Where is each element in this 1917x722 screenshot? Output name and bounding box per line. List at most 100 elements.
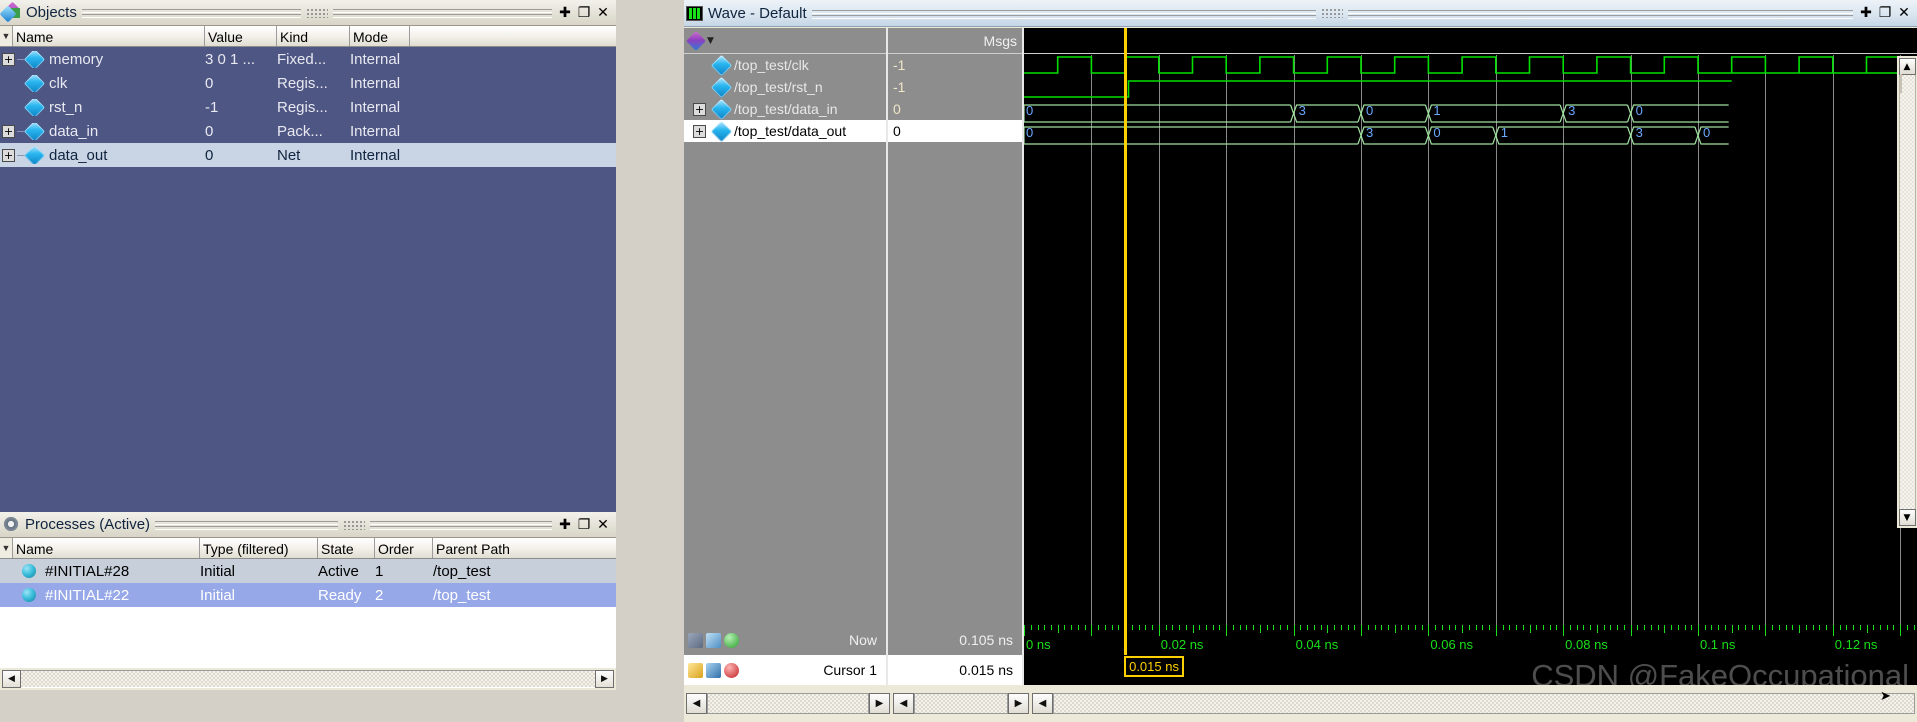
dock-button[interactable]: ✚ (557, 517, 573, 533)
waveform-hscrollbar[interactable]: ◀ (1032, 693, 1915, 714)
wave-name-header[interactable]: ▼ (684, 28, 886, 54)
chevron-down-icon[interactable]: ▼ (707, 36, 714, 46)
drag-grip[interactable] (1321, 8, 1344, 18)
wave-signal-row[interactable]: /top_test/clk (684, 54, 886, 76)
scroll-track[interactable] (914, 693, 1008, 714)
table-row[interactable]: + data_in 0 Pack... Internal (0, 119, 616, 143)
time-ruler-icon[interactable] (688, 632, 703, 648)
ruler-ticks (1024, 625, 1917, 636)
ruler-tick-label: 0.02 ns (1160, 637, 1204, 652)
ruler-tick (1671, 625, 1672, 630)
ruler-tick (1185, 625, 1187, 630)
column-header-state[interactable]: State (318, 538, 375, 558)
cursor-line[interactable] (1124, 28, 1128, 625)
scroll-down-arrow-icon[interactable]: ▼ (1898, 509, 1916, 526)
process-name: #INITIAL#28 (45, 562, 130, 580)
dock-button[interactable]: ✚ (1858, 5, 1874, 21)
column-header-order[interactable]: Order (375, 538, 433, 558)
undock-button[interactable]: ❐ (576, 517, 592, 533)
lock-icon[interactable] (688, 662, 703, 678)
wave-bottom-values: 0.105 ns 0.015 ns (888, 625, 1024, 685)
time-ruler[interactable]: 0 ns 0.02 ns 0.04 ns 0.06 ns 0.08 ns 0.1 ns 0.… (1024, 625, 1917, 685)
ruler-tick (1873, 625, 1875, 630)
drag-grip[interactable] (342, 519, 365, 530)
column-header-name[interactable]: Name (13, 26, 205, 46)
cursor-marker[interactable] (1124, 625, 1128, 655)
processes-list[interactable]: #INITIAL#28 Initial Active 1 /top_test #… (0, 559, 616, 666)
wave-signal-row[interactable]: + /top_test/data_in (684, 98, 886, 120)
ruler-tick (1866, 625, 1868, 633)
undock-button[interactable]: ❐ (1877, 5, 1893, 21)
wave-signal-list[interactable]: /top_test/clk /top_test/rst_n + /top_tes… (684, 54, 886, 142)
scroll-track[interactable] (1053, 693, 1915, 714)
processes-hscrollbar[interactable]: ◀ ▶ (0, 668, 616, 690)
close-button[interactable]: ✕ (1896, 5, 1912, 21)
scroll-track[interactable] (21, 670, 595, 688)
scroll-left-arrow-icon[interactable]: ◀ (2, 670, 21, 688)
ruler-tick (1832, 625, 1834, 636)
scroll-left-arrow-icon[interactable]: ◀ (1032, 693, 1053, 714)
expand-icon[interactable]: + (2, 124, 15, 138)
wave-vscrollbar[interactable]: ▲ ▼ (1897, 56, 1917, 528)
close-button[interactable]: ✕ (595, 5, 611, 21)
waveform-canvas[interactable]: 0 3 0 1 3 0 0 3 0 1 3 0 (1024, 28, 1917, 625)
wave-scroll-row[interactable]: ◀ ▶ ◀ ▶ ◀ (684, 685, 1917, 722)
scroll-track[interactable] (1898, 74, 1916, 509)
scroll-track[interactable] (707, 693, 869, 714)
column-header-type[interactable]: Type (filtered) (200, 538, 318, 558)
scroll-right-arrow-icon[interactable]: ▶ (869, 693, 890, 714)
wave-name-column: ▼ /top_test/clk /top_test/rst_n + /top_t… (684, 28, 888, 625)
objects-list[interactable]: + memory 3 0 1 ... Fixed... Internal clk… (0, 47, 616, 512)
ruler-tick (1576, 625, 1578, 630)
ruler-tick (1758, 625, 1760, 630)
expand-icon[interactable]: + (684, 102, 708, 116)
expand-icon[interactable]: + (684, 124, 708, 138)
wrench-icon[interactable] (706, 662, 721, 678)
wave-signal-name: /top_test/rst_n (734, 79, 823, 95)
wave-signal-row[interactable]: /top_test/rst_n (684, 76, 886, 98)
table-row[interactable]: rst_n -1 Regis... Internal (0, 95, 616, 119)
column-header-mode[interactable]: Mode (350, 26, 410, 46)
scroll-up-arrow-icon[interactable]: ▲ (1898, 58, 1916, 75)
ruler-tick (1030, 625, 1032, 630)
scroll-right-arrow-icon[interactable]: ▶ (595, 670, 614, 688)
expand-icon[interactable]: + (2, 148, 15, 162)
close-button[interactable]: ✕ (595, 517, 611, 533)
undock-button[interactable]: ❐ (576, 5, 592, 21)
title-rule-left (81, 8, 302, 18)
ruler-tick (1145, 625, 1147, 630)
table-row[interactable]: clk 0 Regis... Internal (0, 71, 616, 95)
value-column-hscrollbar[interactable]: ◀ ▶ (893, 693, 1029, 714)
cursor-flag[interactable]: 0.015 ns (1124, 656, 1184, 677)
scroll-right-arrow-icon[interactable]: ▶ (1008, 693, 1029, 714)
ruler-tick (1307, 625, 1309, 630)
wave-bottom-bar: Now Cursor 1 0.105 ns 0.015 ns 0 ns 0.02 … (684, 625, 1917, 685)
add-cursor-icon[interactable] (724, 632, 739, 648)
ruler-tick (1516, 625, 1517, 630)
column-header-filler (410, 26, 616, 46)
delete-cursor-icon[interactable] (724, 662, 739, 678)
scroll-thumb[interactable] (1899, 74, 1902, 93)
column-header-name[interactable]: Name (13, 538, 200, 558)
expand-icon[interactable]: + (2, 52, 15, 66)
name-column-hscrollbar[interactable]: ◀ ▶ (686, 693, 890, 714)
cursor-value-row[interactable]: 0.015 ns (888, 655, 1022, 685)
ruler-tick (1583, 625, 1585, 630)
table-row[interactable]: + memory 3 0 1 ... Fixed... Internal (0, 47, 616, 71)
dock-button[interactable]: ✚ (557, 5, 573, 21)
column-header-value[interactable]: Value (205, 26, 277, 46)
table-row[interactable]: #INITIAL#28 Initial Active 1 /top_test (0, 559, 616, 583)
column-header-parent-path[interactable]: Parent Path (433, 538, 616, 558)
table-row-selected[interactable]: + data_out 0 Net Internal (0, 143, 616, 167)
cursor-row[interactable]: Cursor 1 (684, 655, 886, 685)
drag-grip[interactable] (305, 7, 328, 18)
scroll-left-arrow-icon[interactable]: ◀ (686, 693, 707, 714)
row-mode: Internal (350, 146, 401, 164)
waveform-thumb-icon[interactable] (706, 632, 721, 648)
column-header-kind[interactable]: Kind (277, 26, 350, 46)
sort-indicator-icon[interactable]: ▼ (0, 26, 13, 46)
wave-signal-row-selected[interactable]: + /top_test/data_out (684, 120, 886, 142)
scroll-left-arrow-icon[interactable]: ◀ (893, 693, 914, 714)
table-row-selected[interactable]: #INITIAL#22 Initial Ready 2 /top_test (0, 583, 616, 607)
sort-indicator-icon[interactable]: ▼ (0, 538, 13, 558)
